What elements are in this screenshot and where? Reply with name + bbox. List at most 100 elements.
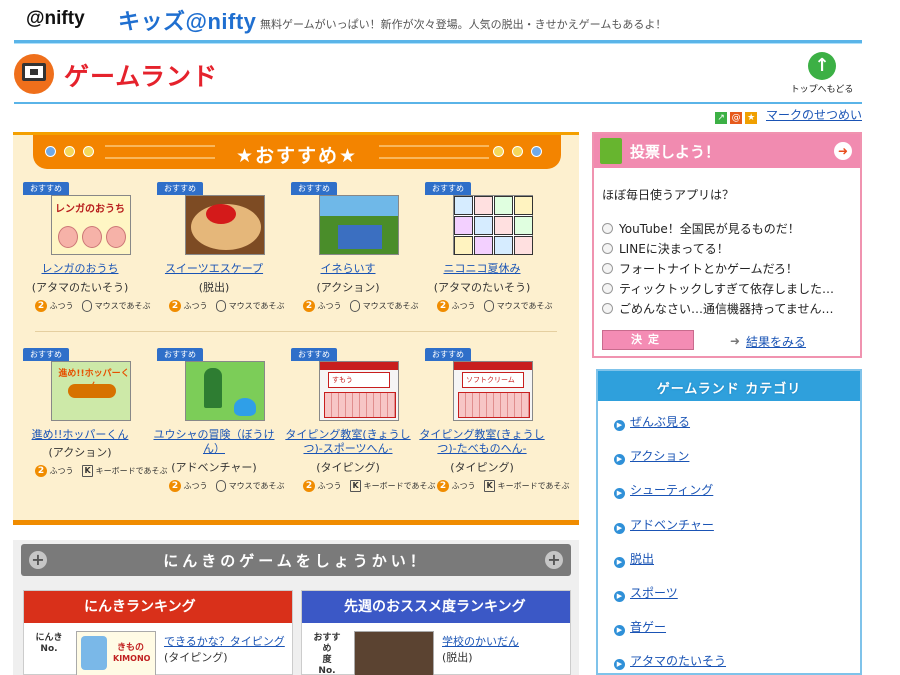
play-bullet-icon: ▶ (614, 659, 625, 670)
keyboard-graphic (458, 392, 530, 418)
recommend-ribbon: おすすめ (23, 182, 69, 195)
nifty-logo[interactable]: @nifty (26, 8, 85, 30)
vote-option[interactable]: YouTube！全国民が見るものだ！ (602, 220, 858, 237)
game-thumbnail[interactable] (319, 195, 399, 255)
back-to-top-label: トップへもどる (790, 85, 854, 95)
difficulty-label: ふつう (49, 466, 74, 476)
game-genre: (タイピング) (316, 461, 380, 474)
site-tagline: 無料ゲームがいっぱい！新作が次々登場。人気の脱出・きせかえゲームもあるよ！ (260, 18, 667, 31)
mouse-icon (350, 300, 361, 312)
game-title-link[interactable]: スイーツエスケープ (149, 262, 279, 276)
mouse-icon (82, 300, 93, 312)
vote-option[interactable]: LINEに決まってる！ (602, 240, 858, 257)
site-header: @nifty キッズ@nifty 無料ゲームがいっぱい！新作が次々登場。人気の脱… (14, 0, 862, 44)
difficulty-label: ふつう (183, 481, 208, 491)
category-label: シューティング (630, 483, 714, 497)
category-title: ゲームランド カテゴリ (656, 382, 802, 397)
game-thumbnail[interactable]: ソフトクリーム (453, 361, 533, 421)
category-link[interactable]: ▶ アタマのたいそう (614, 652, 726, 670)
control-label: キーボードであそぶ (497, 481, 570, 491)
game-thumbnail[interactable]: 進め!!ホッパーくん (51, 361, 131, 421)
category-link[interactable]: ▶ シューティング (614, 481, 713, 499)
game-genre: (脱出) (198, 281, 230, 294)
arrow-right-icon[interactable]: ➜ (834, 142, 852, 160)
game-title-link[interactable]: 進め!!ホッパーくん (15, 428, 145, 442)
ranking-game-genre: (タイピング) (164, 651, 228, 664)
mark-legend-link[interactable]: マークのせつめい (766, 108, 862, 122)
game-genre: (アドベンチャー) (171, 461, 257, 474)
category-link[interactable]: ▶ スポーツ (614, 584, 678, 602)
ranking-game-link[interactable]: 学校のかいだん (442, 633, 519, 649)
difficulty-label: ふつう (451, 481, 476, 491)
difficulty-label: ふつう (49, 301, 74, 311)
banner-lines-right (379, 145, 489, 159)
difficulty-badge-icon: 2 (437, 480, 449, 492)
difficulty-label: ふつう (317, 481, 342, 491)
game-title-link[interactable]: ユウシャの冒険（ぼうけん） (149, 428, 279, 456)
vote-results-link[interactable]: 結果をみる (746, 333, 806, 350)
ranking-game-genre: (脱出) (442, 651, 473, 664)
pig-icon (82, 226, 102, 248)
ranking-thumbnail[interactable]: きもの KIMONO (76, 631, 156, 675)
rank-number-label: おすすめ 度 No. (313, 633, 341, 675)
vote-submit-button[interactable]: 決定 (602, 330, 694, 350)
difficulty-badge-icon: 2 (437, 300, 449, 312)
recommended-banner: ★おすすめ★ (33, 135, 561, 169)
grasshopper-graphic (68, 384, 116, 398)
game-meta: 2 ふつう マウスであそぶ (35, 300, 151, 312)
vote-option[interactable]: ごめんなさい…通信機器持ってません… (602, 300, 858, 317)
play-bullet-icon: ▶ (614, 420, 625, 431)
game-title-link[interactable]: レンガのおうち (15, 262, 145, 276)
recommend-ribbon: おすすめ (157, 182, 203, 195)
game-meta: 2 ふつう マウスであそぶ (169, 300, 285, 312)
thumbnail-bar (320, 362, 398, 370)
radio-button[interactable] (602, 243, 613, 254)
vote-panel: 投票しよう！ ➜ ほぼ毎日使うアプリは？ YouTube！全国民が見るものだ！ … (592, 132, 862, 358)
recommend-ribbon: おすすめ (425, 348, 471, 361)
vote-option[interactable]: フォートナイトとかゲームだろ！ (602, 260, 858, 277)
kids-nifty-logo[interactable]: キッズ@nifty (118, 4, 256, 36)
game-meta: 2 ふつう K キーボードであそぶ (437, 480, 570, 492)
vote-option[interactable]: ティックトックしすぎて依存しました… (602, 280, 858, 297)
game-title-link[interactable]: タイピング教室(きょうしつ)-たべものへん- (417, 428, 547, 456)
radio-button[interactable] (602, 283, 613, 294)
category-label: 脱出 (630, 552, 655, 566)
vote-title: 投票しよう！ (630, 143, 721, 161)
keyboard-graphic (324, 392, 396, 418)
popular-title: にんきのゲームをしょうかい！ (163, 552, 429, 570)
difficulty-badge-icon: 2 (35, 300, 47, 312)
keyboard-icon: K (82, 465, 94, 477)
thumbnail-subword: KIMONO (113, 654, 151, 663)
ranking-thumbnail[interactable] (354, 631, 434, 675)
radio-button[interactable] (602, 223, 613, 234)
header-divider (14, 40, 862, 44)
game-title-link[interactable]: タイピング教室(きょうしつ)-スポーツへん- (283, 428, 413, 456)
back-to-top-link[interactable]: ↑ トップへもどる (790, 52, 854, 95)
mouse-icon (216, 480, 227, 492)
category-link[interactable]: ▶ ぜんぶ見る (614, 413, 690, 431)
weekly-ranking-heading: 先週のおススメ度ランキング (302, 591, 570, 623)
category-link[interactable]: ▶ 脱出 (614, 550, 654, 568)
game-thumbnail[interactable] (185, 195, 265, 255)
game-thumbnail[interactable]: レンガのおうち (51, 195, 131, 255)
radio-button[interactable] (602, 303, 613, 314)
game-title-link[interactable]: イネらいす (283, 262, 413, 276)
game-thumbnail[interactable] (185, 361, 265, 421)
mouse-icon (216, 300, 227, 312)
category-link[interactable]: ▶ アドベンチャー (614, 516, 714, 534)
game-genre: (アタマのたいそう) (31, 281, 129, 294)
water-graphic (338, 225, 382, 249)
game-title-link[interactable]: ニコニコ夏休み (417, 262, 547, 276)
ranking-game-link[interactable]: できるかな？タイピング (164, 633, 285, 649)
recommend-ribbon: おすすめ (425, 182, 471, 195)
difficulty-badge-icon: 2 (303, 300, 315, 312)
radio-button[interactable] (602, 263, 613, 274)
control-label: マウスであそぶ (228, 481, 285, 491)
category-link[interactable]: ▶ アクション (614, 447, 689, 465)
category-link[interactable]: ▶ 音ゲー (614, 618, 666, 636)
thumbnail-word: すもう (328, 372, 390, 388)
game-thumbnail[interactable]: すもう (319, 361, 399, 421)
vote-option-label: ごめんなさい…通信機器持ってません… (619, 302, 834, 316)
recommend-ribbon: おすすめ (23, 348, 69, 361)
game-thumbnail[interactable] (453, 195, 533, 255)
